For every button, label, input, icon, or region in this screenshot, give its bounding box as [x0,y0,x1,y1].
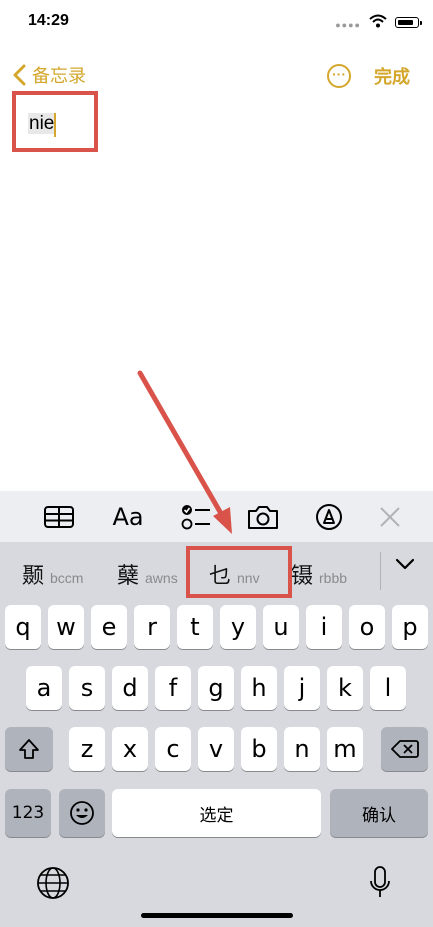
table-icon[interactable] [35,491,83,542]
key-w[interactable]: w [48,605,84,649]
key-p[interactable]: p [392,605,428,649]
candidate-item[interactable]: 蘖 awns [117,558,178,590]
wifi-icon [369,14,387,28]
numbers-key[interactable]: 123 [5,789,51,837]
key-y[interactable]: y [220,605,256,649]
candidate-item[interactable]: 颞 bccm [22,558,83,590]
format-toolbar: Aa [0,491,433,542]
candidate-item[interactable]: 镊 rbbb [291,558,347,590]
microphone-icon [370,866,390,897]
space-key[interactable]: 选定 [112,789,321,837]
delete-key[interactable] [381,727,428,771]
globe-button[interactable] [36,866,70,905]
status-time: 14:29 [28,12,69,29]
emoji-key[interactable] [59,789,105,837]
key-u[interactable]: u [263,605,299,649]
key-f[interactable]: f [155,666,191,710]
shift-key[interactable] [5,727,53,771]
battery-icon [395,17,422,28]
chevron-down-icon [395,558,415,570]
highlight-box-candidate [186,546,292,598]
expand-candidates-button[interactable] [394,556,416,577]
back-button[interactable]: 备忘录 [10,62,86,88]
key-r[interactable]: r [134,605,170,649]
key-h[interactable]: h [241,666,277,710]
key-c[interactable]: c [155,727,191,771]
key-t[interactable]: t [177,605,213,649]
key-j[interactable]: j [284,666,320,710]
candidate-divider [380,552,381,590]
cellular-signal-icon: ●●●● [335,20,361,30]
keyboard: q w e r t y u i o p a s d f g h j k l z … [0,599,433,927]
key-b[interactable]: b [241,727,277,771]
home-indicator [141,913,293,918]
key-n[interactable]: n [284,727,320,771]
more-options-button[interactable]: ··· [327,64,351,88]
key-o[interactable]: o [349,605,385,649]
delete-backspace-icon [390,740,419,758]
key-s[interactable]: s [69,666,105,710]
markup-icon[interactable] [305,491,353,542]
chevron-left-icon [13,64,26,86]
key-g[interactable]: g [198,666,234,710]
key-d[interactable]: d [112,666,148,710]
highlight-box-typed-text [12,91,98,152]
confirm-key[interactable]: 确认 [330,789,428,837]
key-a[interactable]: a [26,666,62,710]
key-m[interactable]: m [327,727,363,771]
key-q[interactable]: q [5,605,41,649]
key-k[interactable]: k [327,666,363,710]
shift-icon [19,739,39,759]
dictation-button[interactable] [368,865,392,906]
key-i[interactable]: i [306,605,342,649]
close-icon[interactable] [366,491,414,542]
camera-icon[interactable] [239,491,287,542]
key-l[interactable]: l [370,666,406,710]
key-e[interactable]: e [91,605,127,649]
globe-icon [37,867,69,899]
key-x[interactable]: x [112,727,148,771]
done-button[interactable]: 完成 [374,63,410,89]
back-label: 备忘录 [32,66,86,86]
checklist-icon[interactable] [172,491,220,542]
key-v[interactable]: v [198,727,234,771]
key-z[interactable]: z [69,727,105,771]
text-format-icon[interactable]: Aa [104,491,152,542]
emoji-icon [70,801,94,825]
